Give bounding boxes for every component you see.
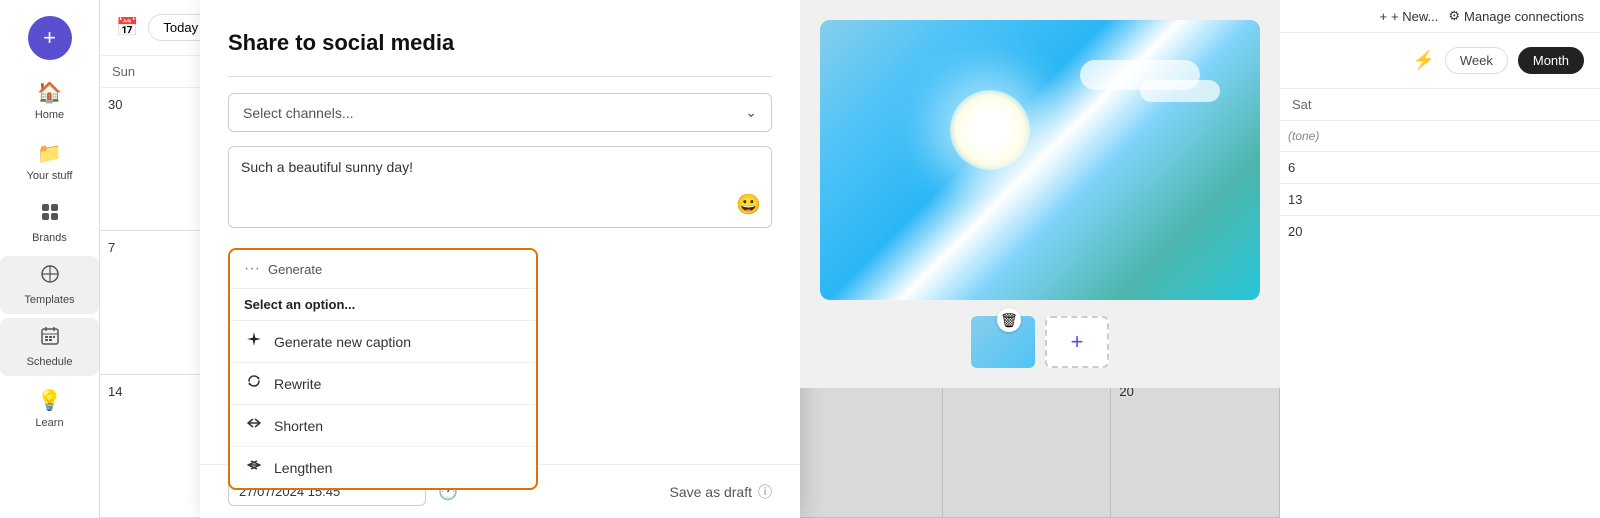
sidebar-item-learn[interactable]: 💡 Learn — [0, 380, 99, 437]
lengthen-icon — [244, 457, 264, 478]
generate-btn-label: Generate — [268, 262, 322, 277]
sidebar-label-brands: Brands — [32, 232, 67, 244]
week-button[interactable]: Week — [1445, 47, 1508, 74]
sparkle-icon — [244, 331, 264, 352]
sun-graphic — [950, 90, 1030, 170]
right-calendar-body: (tone) 6 13 20 — [1280, 121, 1600, 518]
sidebar-item-home[interactable]: 🏠 Home — [0, 72, 99, 129]
ai-generate-dropdown: ··· Generate Select an option... Generat… — [228, 248, 538, 490]
lengthen-label: Lengthen — [274, 460, 332, 476]
sidebar-label-yourstuff: Your stuff — [27, 170, 73, 182]
sidebar-label-home: Home — [35, 109, 64, 121]
rewrite-label: Rewrite — [274, 376, 321, 392]
schedule-icon — [40, 326, 60, 352]
generate-caption-label: Generate new caption — [274, 334, 411, 350]
rewrite-icon — [244, 373, 264, 394]
share-modal: Share to social media Select channels...… — [200, 0, 800, 518]
brands-icon — [40, 202, 60, 228]
thumbnail-row: 🗑 + — [971, 316, 1109, 368]
caption-text: Such a beautiful sunny day! — [241, 159, 759, 175]
shorten-icon — [244, 415, 264, 436]
sidebar-item-templates[interactable]: Templates — [0, 256, 99, 314]
sat20-date: 20 — [1288, 224, 1302, 239]
emoji-button[interactable]: 😀 — [736, 192, 761, 217]
templates-icon — [40, 264, 60, 290]
sidebar-label-templates: Templates — [24, 294, 74, 306]
divider — [228, 76, 772, 77]
right-cal-header: ⚡ Week Month — [1280, 33, 1600, 89]
sidebar-item-schedule[interactable]: Schedule — [0, 318, 99, 376]
sidebar: + 🏠 Home 📁 Your stuff Brands Templates — [0, 0, 100, 518]
cloud-2 — [1140, 80, 1220, 102]
dropdown-item-shorten[interactable]: Shorten — [230, 405, 536, 447]
plus-icon: + — [43, 25, 56, 51]
dots-icon: ··· — [244, 260, 260, 278]
sidebar-label-schedule: Schedule — [27, 356, 73, 368]
main-content: 📅 Today ‹ › July Sun Mon Tue Wed Thu Fri… — [100, 0, 1280, 518]
manage-connections-button[interactable]: ⚙ Manage connections — [1448, 8, 1584, 24]
sat13-date: 13 — [1288, 192, 1302, 207]
month-button[interactable]: Month — [1518, 47, 1584, 74]
dropdown-item-rewrite[interactable]: Rewrite — [230, 363, 536, 405]
modal-title: Share to social media — [228, 30, 772, 56]
dropdown-item-lengthen[interactable]: Lengthen — [230, 447, 536, 488]
calendar-icon: 📅 — [116, 17, 138, 38]
right-day-sat: Sat — [1280, 89, 1326, 120]
right-day-headers: Sat — [1280, 89, 1600, 121]
save-draft-button[interactable]: Save as draft ⓘ — [670, 482, 773, 502]
delete-thumbnail-button[interactable]: 🗑 — [997, 308, 1021, 332]
select-channels-dropdown[interactable]: Select channels... ⌄ — [228, 93, 772, 132]
preview-area: 🗑 + — [800, 0, 1280, 388]
sidebar-label-learn: Learn — [35, 417, 63, 429]
tone-text: (tone) — [1288, 129, 1592, 143]
home-icon: 🏠 — [37, 80, 62, 105]
learn-icon: 💡 — [37, 388, 62, 413]
dropdown-item-generate-caption[interactable]: Generate new caption — [230, 321, 536, 363]
plus-icon-new: + — [1379, 9, 1387, 24]
filter-button[interactable]: ⚡ — [1412, 50, 1434, 71]
chevron-down-icon: ⌄ — [745, 104, 757, 121]
thumbnail-wrapper: 🗑 — [971, 316, 1035, 368]
shorten-label: Shorten — [274, 418, 323, 434]
right-calendar-panel: + + New... ⚙ Manage connections ⚡ Week M… — [1280, 0, 1600, 518]
add-button[interactable]: + — [28, 16, 72, 60]
info-icon: ⓘ — [758, 482, 772, 502]
connection-icon: ⚙ — [1448, 8, 1460, 24]
manage-label: Manage connections — [1464, 9, 1584, 24]
folder-icon: 📁 — [37, 141, 62, 166]
sat6-date: 6 — [1288, 160, 1295, 175]
add-image-button[interactable]: + — [1045, 316, 1109, 368]
save-draft-label: Save as draft — [670, 484, 753, 500]
main-preview-image — [820, 20, 1260, 300]
caption-area: Such a beautiful sunny day! 😀 — [228, 146, 772, 228]
right-top-bar: + + New... ⚙ Manage connections — [1280, 0, 1600, 33]
dropdown-header: Select an option... — [230, 289, 536, 321]
select-channels-label: Select channels... — [243, 105, 354, 121]
modal-overlay: Share to social media Select channels...… — [200, 0, 1280, 518]
sidebar-item-yourstuff[interactable]: 📁 Your stuff — [0, 133, 99, 190]
new-label: + New... — [1391, 9, 1438, 24]
generate-button[interactable]: ··· Generate — [230, 250, 536, 289]
sidebar-item-brands[interactable]: Brands — [0, 194, 99, 252]
new-button[interactable]: + + New... — [1379, 9, 1438, 24]
